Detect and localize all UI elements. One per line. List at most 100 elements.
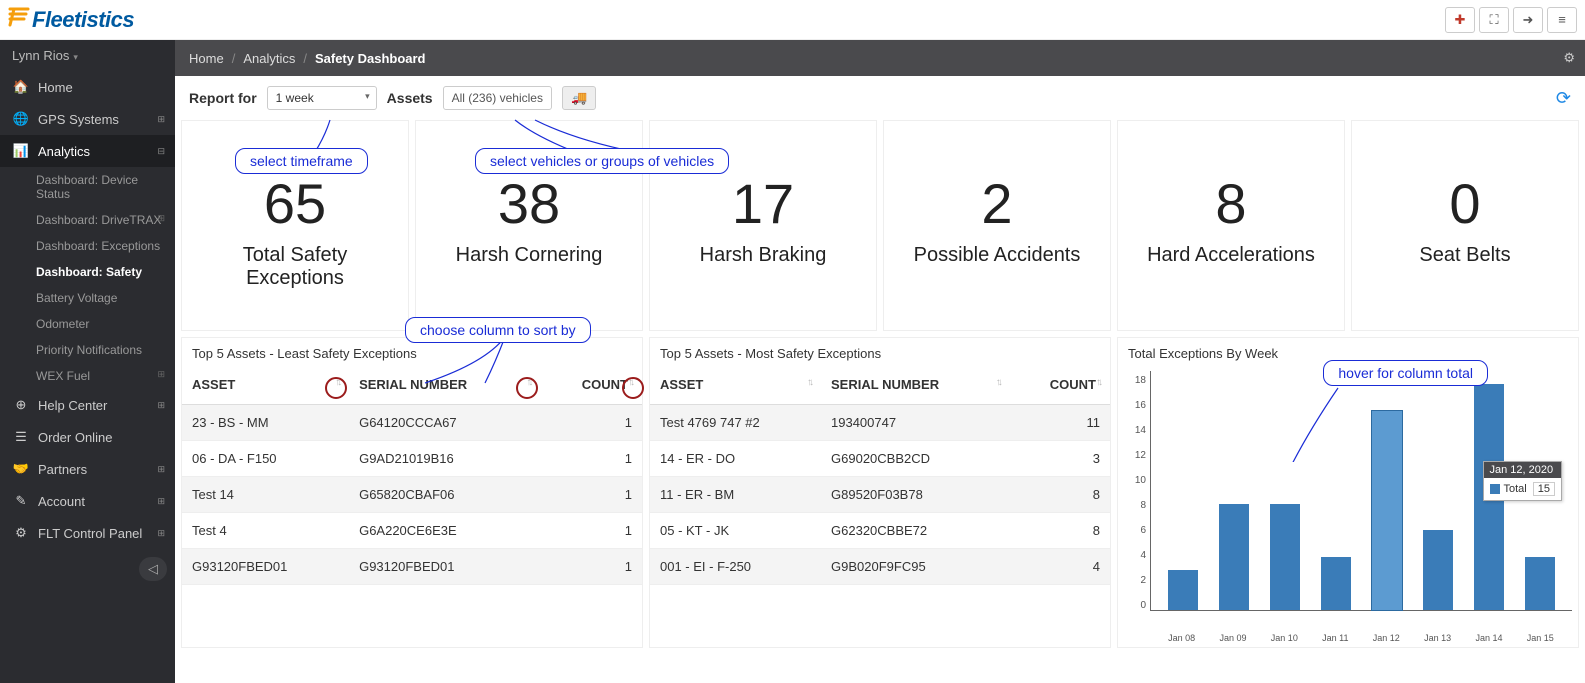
kpi-label: Harsh Cornering xyxy=(426,244,632,267)
cell-asset: 05 - KT - JK xyxy=(650,513,821,549)
sidebar-item-analytics[interactable]: 📊 Analytics ⊟ xyxy=(0,135,175,167)
sidebar-item-label: Partners xyxy=(38,462,87,477)
table-row[interactable]: 06 - DA - F150G9AD21019B161 xyxy=(182,441,642,477)
menu-icon[interactable]: ≡ xyxy=(1547,7,1577,33)
sidebar-item-partners[interactable]: 🤝 Partners ⊞ xyxy=(0,453,175,485)
sidebar-item-account[interactable]: ✎ Account ⊞ xyxy=(0,485,175,517)
kpi-label: Hard Accelerations xyxy=(1128,244,1334,267)
assets-select[interactable]: All (236) vehicles xyxy=(443,86,552,110)
home-icon: 🏠 xyxy=(12,79,30,95)
chart-bar[interactable] xyxy=(1423,530,1453,610)
expand-icon: ⊞ xyxy=(157,400,165,411)
gear-icon[interactable]: ⚙ xyxy=(1563,50,1575,66)
callout-vehicles: select vehicles or groups of vehicles xyxy=(475,148,729,174)
cell-count: 11 xyxy=(1010,405,1110,441)
table-most: ASSET↑↓ SERIAL NUMBER↑↓ COUNT↑↓ Test 476… xyxy=(650,365,1110,585)
subnav-safety[interactable]: Dashboard: Safety xyxy=(28,259,175,285)
col-count[interactable]: COUNT↑↓ xyxy=(1010,365,1110,405)
cell-serial: 193400747 xyxy=(821,405,1010,441)
expand-icon: ⊞ xyxy=(157,528,165,539)
user-menu[interactable]: Lynn Rios xyxy=(0,40,175,71)
cell-serial: G64120CCCA67 xyxy=(349,405,540,441)
alert-icon[interactable]: ✚ xyxy=(1445,7,1475,33)
subnav-battery[interactable]: Battery Voltage xyxy=(28,285,175,311)
subnav-label: Dashboard: DriveTRAX xyxy=(36,213,161,227)
chart-bar[interactable] xyxy=(1270,504,1300,610)
col-count[interactable]: COUNT↑↓ xyxy=(540,365,642,405)
x-tick-label: Jan 14 xyxy=(1475,633,1502,643)
table-row[interactable]: 11 - ER - BMG89520F03B788 xyxy=(650,477,1110,513)
refresh-button[interactable]: ⟳ xyxy=(1556,88,1571,109)
table-row[interactable]: 23 - BS - MMG64120CCCA671 xyxy=(182,405,642,441)
table-row[interactable]: 14 - ER - DOG69020CBB2CD3 xyxy=(650,441,1110,477)
kpi-value: 2 xyxy=(894,171,1100,236)
globe-icon: 🌐 xyxy=(12,111,30,127)
table-row[interactable]: 001 - EI - F-250G9B020F9FC954 xyxy=(650,549,1110,585)
fullscreen-icon[interactable]: ⛶ xyxy=(1479,7,1509,33)
callout-text: select vehicles or groups of vehicles xyxy=(490,153,714,169)
sidebar-item-gps[interactable]: 🌐 GPS Systems ⊞ xyxy=(0,103,175,135)
timeframe-value: 1 week xyxy=(276,91,314,105)
breadcrumb-current: Safety Dashboard xyxy=(315,51,426,66)
chart-bar[interactable] xyxy=(1525,557,1555,610)
sidebar-item-control[interactable]: ⚙ FLT Control Panel ⊞ xyxy=(0,517,175,549)
kpi-value: 8 xyxy=(1128,171,1334,236)
handshake-icon: 🤝 xyxy=(12,461,30,477)
sidebar-item-home[interactable]: 🏠 Home xyxy=(0,71,175,103)
sidebar-collapse-button[interactable]: ◁ xyxy=(139,557,167,581)
table-row[interactable]: Test 14G65820CBAF061 xyxy=(182,477,642,513)
chart-bar[interactable] xyxy=(1219,504,1249,610)
panel-title: Top 5 Assets - Most Safety Exceptions xyxy=(650,338,1110,365)
subnav-device-status[interactable]: Dashboard: Device Status xyxy=(28,167,175,207)
cell-asset: 001 - EI - F-250 xyxy=(650,549,821,585)
subnav-drivetrax[interactable]: Dashboard: DriveTRAX⊞ xyxy=(28,207,175,233)
cell-count: 1 xyxy=(540,405,642,441)
cell-asset: G93120FBED01 xyxy=(182,549,349,585)
table-row[interactable]: Test 4769 747 #219340074711 xyxy=(650,405,1110,441)
cell-count: 1 xyxy=(540,513,642,549)
col-asset[interactable]: ASSET↑↓ xyxy=(182,365,349,405)
panel-least-exceptions: Top 5 Assets - Least Safety Exceptions A… xyxy=(181,337,643,648)
table-row[interactable]: 05 - KT - JKG62320CBBE728 xyxy=(650,513,1110,549)
col-serial[interactable]: SERIAL NUMBER↑↓ xyxy=(349,365,540,405)
subnav-priority[interactable]: Priority Notifications xyxy=(28,337,175,363)
sidebar-item-help[interactable]: ⊕ Help Center ⊞ xyxy=(0,389,175,421)
chart-area[interactable]: 181614121086420 Jan 12, 2020 Total15 Jan… xyxy=(1118,365,1578,647)
sort-icon: ↑↓ xyxy=(807,377,811,388)
table-row[interactable]: G93120FBED01G93120FBED011 xyxy=(182,549,642,585)
subnav-wex[interactable]: WEX Fuel⊞ xyxy=(28,363,175,389)
chart-bar[interactable] xyxy=(1372,411,1402,610)
subnav-label: WEX Fuel xyxy=(36,369,90,383)
assets-value: All (236) vehicles xyxy=(452,91,543,105)
cell-serial: G89520F03B78 xyxy=(821,477,1010,513)
col-serial[interactable]: SERIAL NUMBER↑↓ xyxy=(821,365,1010,405)
sidebar-item-label: Order Online xyxy=(38,430,112,445)
subnav-exceptions[interactable]: Dashboard: Exceptions xyxy=(28,233,175,259)
cell-serial: G69020CBB2CD xyxy=(821,441,1010,477)
x-tick-label: Jan 09 xyxy=(1219,633,1246,643)
sidebar-item-order[interactable]: ☰ Order Online xyxy=(0,421,175,453)
chart-bar[interactable] xyxy=(1321,557,1351,610)
cell-asset: Test 4769 747 #2 xyxy=(650,405,821,441)
subnav-label: Battery Voltage xyxy=(36,291,117,305)
cell-serial: G62320CBBE72 xyxy=(821,513,1010,549)
breadcrumb-analytics[interactable]: Analytics xyxy=(243,51,295,66)
kpi-possible-accidents: 2Possible Accidents xyxy=(883,120,1111,331)
assets-label: Assets xyxy=(387,90,433,106)
cell-count: 1 xyxy=(540,441,642,477)
truck-button[interactable]: 🚚 xyxy=(562,86,596,110)
chart-bar[interactable] xyxy=(1168,570,1198,610)
col-label: COUNT xyxy=(582,377,628,392)
expand-icon: ⊞ xyxy=(157,496,165,507)
subnav-odometer[interactable]: Odometer xyxy=(28,311,175,337)
breadcrumb-home[interactable]: Home xyxy=(189,51,224,66)
col-asset[interactable]: ASSET↑↓ xyxy=(650,365,821,405)
x-tick-label: Jan 11 xyxy=(1322,633,1348,643)
table-row[interactable]: Test 4G6A220CE6E3E1 xyxy=(182,513,642,549)
timeframe-select[interactable]: 1 week xyxy=(267,86,377,110)
logout-icon[interactable]: ➜ xyxy=(1513,7,1543,33)
cogs-icon: ⚙ xyxy=(12,525,30,541)
kpi-value: 17 xyxy=(660,171,866,236)
kpi-label: Harsh Braking xyxy=(660,244,866,267)
toolbar: Report for 1 week Assets All (236) vehic… xyxy=(175,76,1585,120)
